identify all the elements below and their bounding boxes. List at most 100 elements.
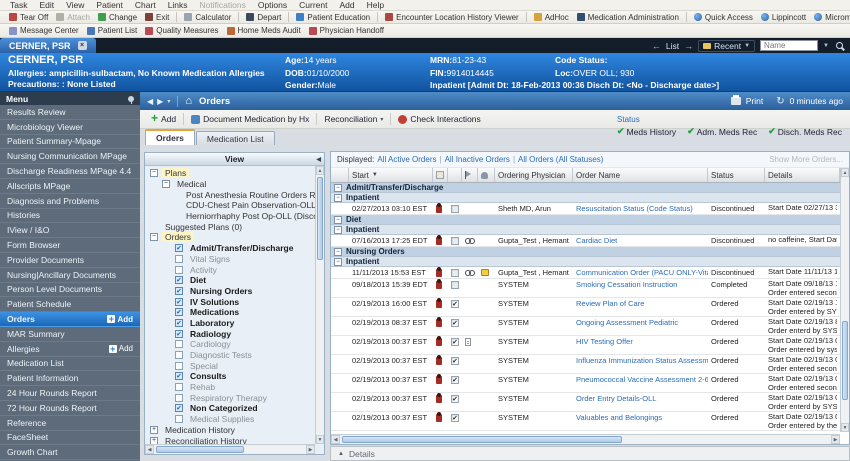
tree-vertical-scrollbar[interactable]: ▲ ▼ bbox=[315, 166, 324, 444]
document-medication-by-hx-button[interactable]: Document Medication by Hx bbox=[186, 114, 314, 124]
details-collapsed-bar[interactable]: ▲ Details bbox=[330, 446, 850, 461]
sidebar-item-patient-summary-mpage[interactable]: Patient Summary-Mpage bbox=[0, 135, 140, 150]
tree-horizontal-scrollbar[interactable]: ◀ ▶ bbox=[145, 444, 315, 454]
tree-node-plans[interactable]: −Plans bbox=[145, 168, 315, 179]
refresh-icon[interactable]: ↻ bbox=[776, 96, 784, 107]
tree-node-rehab[interactable]: Rehab bbox=[145, 382, 315, 393]
collapse-panel-icon[interactable]: ◀ bbox=[316, 156, 321, 163]
sidebar-item-form-browser[interactable]: Form Browser bbox=[0, 238, 140, 253]
subgroup-row-inpatient[interactable]: −Inpatient bbox=[331, 225, 840, 235]
collapse-icon[interactable]: − bbox=[334, 248, 342, 256]
filter-link-all-inactive-orders[interactable]: All Inactive Orders bbox=[445, 155, 510, 164]
checkbox-checked-icon[interactable]: ✔ bbox=[175, 319, 183, 327]
order-row[interactable]: 02/19/2013 00:37 EST✔SYSTEMValuables and… bbox=[331, 412, 840, 431]
column-order-name[interactable]: Order Name bbox=[573, 168, 708, 182]
order-name-link[interactable]: Ongoing Assessment Pediatric bbox=[573, 317, 708, 335]
order-row[interactable]: 02/27/2013 03:10 ESTSheth MD, ArunResusc… bbox=[331, 203, 840, 215]
checkbox-checked-icon[interactable]: ✔ bbox=[175, 308, 183, 316]
order-name-link[interactable]: Influenza Immunization Status Assessment bbox=[573, 355, 708, 373]
checkbox-checked-icon[interactable]: ✔ bbox=[175, 404, 183, 412]
column-details[interactable]: Details bbox=[765, 168, 840, 182]
review-checkbox-checked-icon[interactable]: ✔ bbox=[451, 395, 459, 403]
tree-node-vital-signs[interactable]: Vital Signs bbox=[145, 254, 315, 265]
group-row-nursing-orders[interactable]: −Nursing Orders bbox=[331, 247, 840, 257]
sidebar-item-nursing-communication-mpage[interactable]: Nursing Communication MPage bbox=[0, 149, 140, 164]
tree-node-orders[interactable]: −Orders bbox=[145, 232, 315, 243]
menu-task[interactable]: Task bbox=[4, 0, 33, 11]
order-name-link[interactable]: Review Plan of Care bbox=[573, 298, 708, 316]
add-button[interactable]: +Add bbox=[109, 344, 133, 353]
scroll-down-icon[interactable]: ▼ bbox=[316, 435, 324, 444]
change-button[interactable]: Change bbox=[94, 13, 141, 22]
tree-node-cardiology[interactable]: Cardiology bbox=[145, 339, 315, 350]
sidebar-item-facesheet[interactable]: FaceSheet bbox=[0, 431, 140, 446]
tab-medication-list[interactable]: Medication List bbox=[196, 131, 275, 145]
table-vertical-scrollbar[interactable]: ▲ ▼ bbox=[840, 168, 849, 432]
group-row-admit-transfer-discharge[interactable]: −Admit/Transfer/Discharge bbox=[331, 183, 840, 193]
order-name-link[interactable]: Resuscitation Status (Code Status) bbox=[573, 203, 708, 214]
review-checkbox-checked-icon[interactable]: ✔ bbox=[451, 414, 459, 422]
quality-measures-button[interactable]: Quality Measures bbox=[141, 26, 222, 35]
physician-handoff-button[interactable]: Physician Handoff bbox=[305, 26, 388, 35]
calculator-button[interactable]: Calculator bbox=[180, 13, 235, 22]
checkbox-checked-icon[interactable]: ✔ bbox=[175, 298, 183, 306]
list-forward-icon[interactable]: → bbox=[684, 41, 693, 51]
order-name-link[interactable]: HIV Testing Offer bbox=[573, 336, 708, 354]
menu-links[interactable]: Links bbox=[162, 0, 194, 11]
home-meds-audit-button[interactable]: Home Meds Audit bbox=[223, 26, 305, 35]
sidebar-item-24-hour-rounds-report[interactable]: 24 Hour Rounds Report bbox=[0, 386, 140, 401]
tree-node-non-categorized[interactable]: ✔Non Categorized bbox=[145, 403, 315, 414]
tree-node-radiology[interactable]: ✔Radiology bbox=[145, 328, 315, 339]
depart-button[interactable]: Depart bbox=[242, 13, 285, 22]
chevron-down-icon[interactable]: ▼ bbox=[823, 43, 829, 49]
sidebar-item-results-review[interactable]: Results Review bbox=[0, 105, 140, 120]
patient-list-button[interactable]: Patient List bbox=[83, 26, 142, 35]
review-checkbox-checked-icon[interactable]: ✔ bbox=[451, 376, 459, 384]
medication-administration-button[interactable]: Medication Administration bbox=[573, 13, 683, 22]
review-checkbox-unchecked-icon[interactable] bbox=[451, 237, 459, 245]
tree-node-medical[interactable]: −Medical bbox=[145, 179, 315, 190]
checkbox-checked-icon[interactable]: ✔ bbox=[175, 372, 183, 380]
column-ordering-physician[interactable]: Ordering Physician bbox=[495, 168, 573, 182]
order-name-link[interactable]: Order Entry Details-OLL bbox=[573, 393, 708, 411]
scroll-right-icon[interactable]: ▶ bbox=[306, 445, 315, 454]
pin-icon[interactable] bbox=[128, 96, 134, 102]
home-icon[interactable]: ⌂ bbox=[185, 95, 192, 107]
order-name-link[interactable]: Smoking Cessation Instruction bbox=[573, 279, 708, 297]
sidebar-item-histories[interactable]: Histories bbox=[0, 209, 140, 224]
menu-add[interactable]: Add bbox=[333, 0, 360, 11]
review-checkbox-checked-icon[interactable]: ✔ bbox=[451, 319, 459, 327]
back-icon[interactable]: ◀ bbox=[147, 97, 153, 106]
tree-node-post-anesthesia-routine-orders-recovery[interactable]: Post Anesthesia Routine Orders Recovery bbox=[145, 189, 315, 200]
group-row-diet[interactable]: −Diet bbox=[331, 215, 840, 225]
check-interactions-button[interactable]: Check Interactions bbox=[393, 114, 485, 124]
tree-node-consults[interactable]: ✔Consults bbox=[145, 371, 315, 382]
patient-search-input[interactable] bbox=[760, 40, 818, 51]
checkbox-checked-icon[interactable]: ✔ bbox=[175, 330, 183, 338]
review-checkbox-checked-icon[interactable]: ✔ bbox=[451, 300, 459, 308]
menu-patient[interactable]: Patient bbox=[90, 0, 128, 11]
filter-link-all-orders-all-statuses[interactable]: All Orders (All Statuses) bbox=[518, 155, 603, 164]
scroll-up-icon[interactable]: ▲ bbox=[841, 168, 849, 177]
order-name-link[interactable]: Valuables and Belongings bbox=[573, 412, 708, 430]
order-row[interactable]: 02/19/2013 00:37 EST✔SYSTEMOrder Entry D… bbox=[331, 393, 840, 412]
scrollbar-thumb[interactable] bbox=[342, 436, 622, 443]
sidebar-item-medication-list[interactable]: Medication List bbox=[0, 357, 140, 372]
review-checkbox-unchecked-icon[interactable] bbox=[451, 205, 459, 213]
tree-node-cdu-chest-pain-observation-oll-comp[interactable]: CDU-Chest Pain Observation-OLL (Comp bbox=[145, 200, 315, 211]
collapse-icon[interactable]: − bbox=[334, 258, 342, 266]
print-icon[interactable] bbox=[731, 97, 741, 105]
order-row[interactable]: 02/19/2013 00:37 EST✔SYSTEMHIV Testing O… bbox=[331, 336, 840, 355]
add-button[interactable]: +Add bbox=[107, 315, 133, 324]
sidebar-item-nursing-ancillary-documents[interactable]: Nursing|Ancillary Documents bbox=[0, 268, 140, 283]
checkbox-unchecked-icon[interactable] bbox=[175, 415, 183, 423]
scroll-down-icon[interactable]: ▼ bbox=[841, 423, 849, 432]
scroll-left-icon[interactable]: ◀ bbox=[331, 435, 340, 444]
subgroup-row-inpatient[interactable]: −Inpatient bbox=[331, 193, 840, 203]
tree-node-medications[interactable]: ✔Medications bbox=[145, 307, 315, 318]
tree-node-diagnostic-tests[interactable]: Diagnostic Tests bbox=[145, 350, 315, 361]
collapse-icon[interactable]: − bbox=[162, 180, 170, 188]
print-label[interactable]: Print bbox=[746, 96, 763, 106]
tree-node-laboratory[interactable]: ✔Laboratory bbox=[145, 318, 315, 329]
collapse-icon[interactable]: − bbox=[150, 169, 158, 177]
